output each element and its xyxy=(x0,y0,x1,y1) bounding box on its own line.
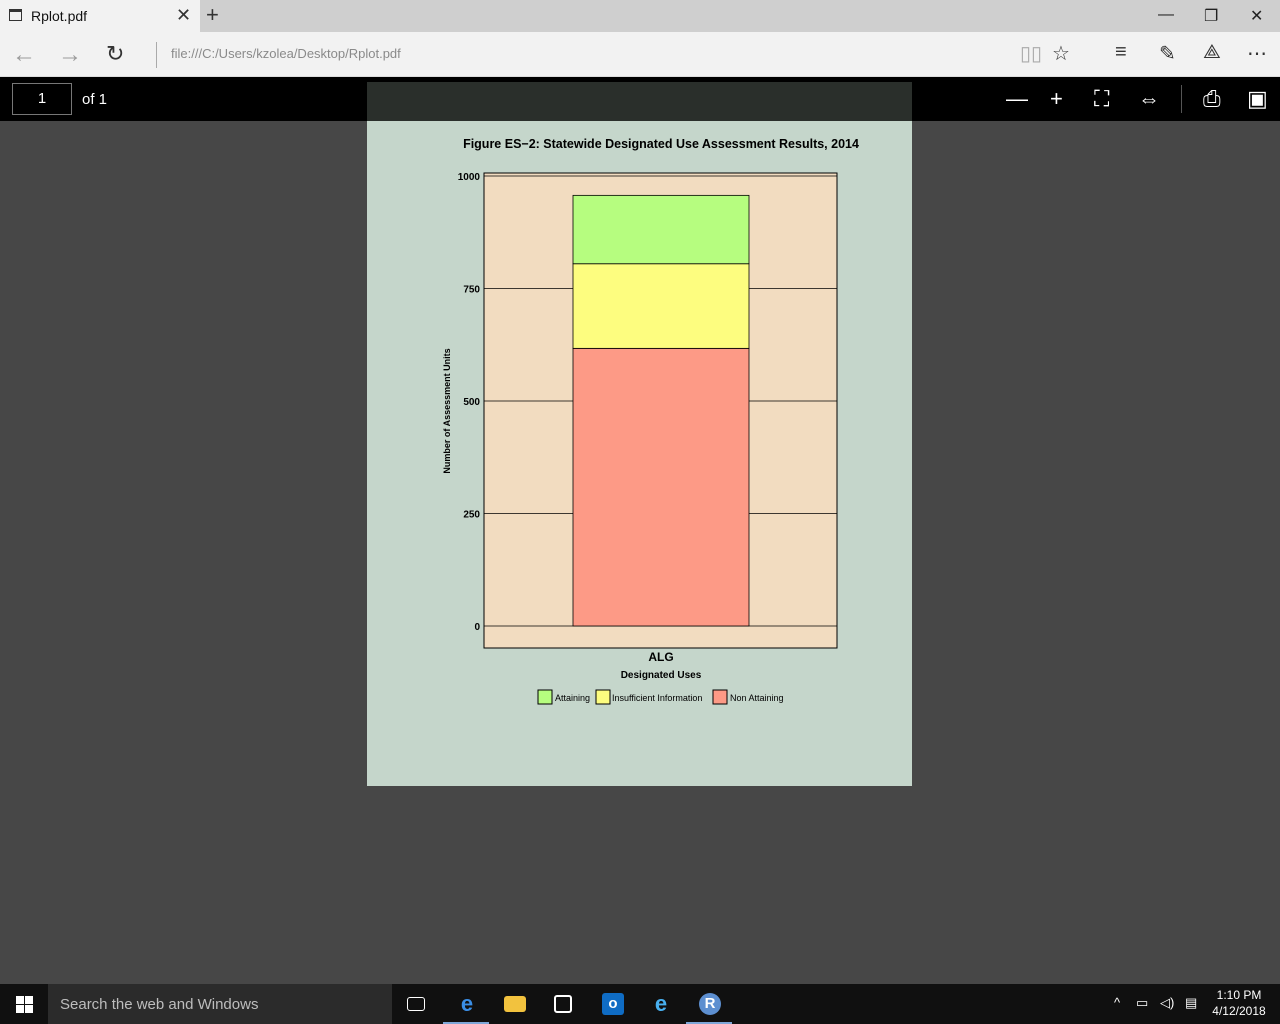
legend-swatch-insufficient xyxy=(595,689,611,705)
outlook-icon[interactable]: o xyxy=(589,984,635,1024)
task-view-icon[interactable] xyxy=(393,984,439,1024)
share-icon[interactable]: ⟁ xyxy=(1203,41,1221,64)
page-number-input[interactable]: 1 xyxy=(12,83,72,115)
close-tab-icon[interactable]: ✕ xyxy=(176,5,191,26)
bar-segment-insufficient-information xyxy=(572,263,750,349)
zoom-out-icon[interactable]: — xyxy=(1006,86,1028,112)
pdf-toolbar: 1 of 1 — + ⛶ ⇔ ⎙ ▣ xyxy=(0,77,1280,121)
zoom-in-icon[interactable]: + xyxy=(1050,86,1063,112)
clock-time: 1:10 PM xyxy=(1216,988,1262,1002)
y-tick-label: 0 xyxy=(474,622,480,633)
x-axis-label: Designated Uses xyxy=(621,670,702,681)
store-icon[interactable] xyxy=(539,984,585,1024)
bars xyxy=(572,194,750,627)
windows-start-button[interactable] xyxy=(0,984,48,1024)
y-axis-label: Number of Assessment Units xyxy=(442,348,452,473)
edge-browser-icon[interactable]: e xyxy=(443,984,489,1024)
reading-view-icon[interactable]: ▯▯ xyxy=(1020,41,1042,66)
refresh-icon[interactable]: ↻ xyxy=(106,41,124,67)
chart: Figure ES−2: Statewide Designated Use As… xyxy=(442,137,859,705)
fit-to-width-icon[interactable]: ⇔ xyxy=(1138,86,1160,112)
x-tick-label: ALG xyxy=(648,650,673,664)
page-top-margin xyxy=(367,82,912,121)
y-tick-label: 500 xyxy=(463,397,480,408)
minimize-button[interactable]: — xyxy=(1158,6,1174,24)
web-note-icon[interactable]: ✎ xyxy=(1159,41,1176,66)
bar-segment-attaining xyxy=(572,194,750,265)
print-icon[interactable]: ⎙ xyxy=(1203,86,1221,112)
file-explorer-icon[interactable] xyxy=(491,984,537,1024)
legend-swatch-non-attaining xyxy=(712,689,728,705)
taskbar: Search the web and Windows e o e R ^ ▭ ◁… xyxy=(0,984,1280,1024)
bar-segment-non-attaining xyxy=(572,347,750,627)
new-tab-button[interactable]: + xyxy=(206,2,219,28)
taskbar-search-box[interactable]: Search the web and Windows xyxy=(48,984,392,1024)
network-icon[interactable]: ▭ xyxy=(1136,995,1148,1011)
fit-to-page-icon[interactable]: ⛶ xyxy=(1094,86,1109,112)
navigation-bar: ← → ↻ file:///C:/Users/kzolea/Desktop/Rp… xyxy=(0,32,1280,77)
clock[interactable]: 1:10 PM 4/12/2018 xyxy=(1204,987,1274,1019)
legend-label-non-attaining: Non Attaining xyxy=(730,693,784,703)
forward-arrow-icon[interactable]: → xyxy=(58,41,82,69)
internet-explorer-icon[interactable]: e xyxy=(637,984,683,1024)
y-axis: 0 250 500 750 1000 xyxy=(458,172,481,633)
tab-title: Rplot.pdf xyxy=(31,8,88,24)
hub-icon[interactable]: ≡ xyxy=(1115,41,1127,64)
pdf-page: Figure ES−2: Statewide Designated Use As… xyxy=(367,121,912,786)
tab-bar: Rplot.pdf ✕ + — ❐ ✕ xyxy=(0,0,1280,32)
toolbar-separator xyxy=(1181,85,1182,113)
back-arrow-icon[interactable]: ← xyxy=(12,41,36,69)
action-center-icon[interactable]: ▤ xyxy=(1185,995,1197,1011)
favorite-star-icon[interactable]: ☆ xyxy=(1052,41,1070,66)
clock-date: 4/12/2018 xyxy=(1212,1004,1266,1018)
y-tick-label: 1000 xyxy=(458,172,481,183)
address-bar[interactable]: file:///C:/Users/kzolea/Desktop/Rplot.pd… xyxy=(171,46,401,61)
y-tick-label: 750 xyxy=(463,285,480,296)
page-count-label: of 1 xyxy=(82,91,108,108)
legend-label-insufficient: Insufficient Information xyxy=(612,693,702,703)
volume-icon[interactable]: ◁) xyxy=(1160,995,1174,1011)
legend-swatch-attaining xyxy=(537,689,553,705)
browser-tab[interactable]: Rplot.pdf ✕ xyxy=(0,0,200,32)
more-options-icon[interactable]: ⋯ xyxy=(1247,41,1267,66)
r-program-icon[interactable]: R xyxy=(686,984,732,1024)
tab-page-icon xyxy=(9,9,22,21)
save-icon[interactable]: ▣ xyxy=(1247,86,1268,112)
restore-button[interactable]: ❐ xyxy=(1204,6,1218,26)
y-tick-label: 250 xyxy=(463,510,480,521)
legend: Attaining Insufficient Information Non A… xyxy=(537,689,784,705)
close-window-button[interactable]: ✕ xyxy=(1250,6,1263,26)
search-placeholder: Search the web and Windows xyxy=(60,996,259,1013)
address-separator xyxy=(156,42,157,68)
legend-label-attaining: Attaining xyxy=(555,693,590,703)
chart-title: Figure ES−2: Statewide Designated Use As… xyxy=(463,137,859,151)
show-hidden-icons-chevron-icon[interactable]: ^ xyxy=(1114,995,1120,1010)
